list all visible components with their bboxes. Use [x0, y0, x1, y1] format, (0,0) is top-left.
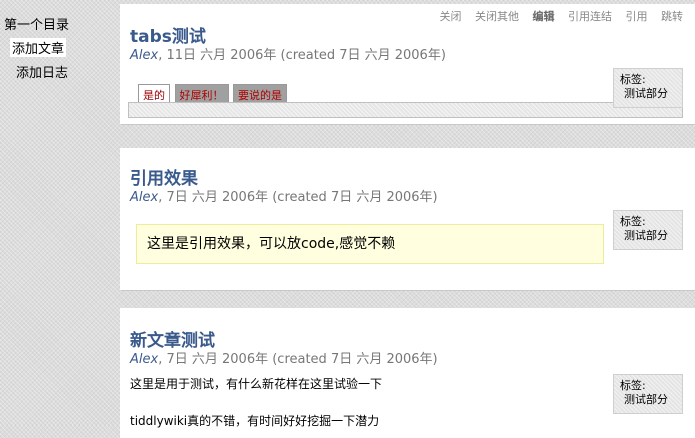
tag-link[interactable]: 测试部分 — [624, 229, 682, 243]
tiddler-date: , 7日 六月 2006年 (created 7日 六月 2006年) — [158, 190, 438, 205]
close-others-button[interactable]: 关闭其他 — [475, 10, 519, 23]
tag-link[interactable]: 测试部分 — [624, 87, 682, 101]
tag-box: 标签: 测试部分 — [613, 68, 683, 108]
body-text-line: 这里是用于测试，有什么新花样在这里试验一下 — [130, 377, 383, 391]
tag-label: 标签: — [620, 379, 646, 392]
author-link[interactable]: Alex — [130, 352, 158, 367]
tiddler-new-article-test: 新文章测试 Alex, 7日 六月 2006年 (created 7日 六月 2… — [120, 308, 695, 438]
close-button[interactable]: 关闭 — [440, 10, 462, 23]
tag-label: 标签: — [620, 73, 646, 86]
reference-link-button[interactable]: 引用连结 — [568, 10, 612, 23]
tag-label: 标签: — [620, 215, 646, 228]
body-text-line: tiddlywiki真的不错，有时间好好挖掘一下潜力 — [130, 414, 380, 428]
tag-box: 标签: 测试部分 — [613, 374, 683, 414]
tiddler-subtitle: Alex, 11日 六月 2006年 (created 7日 六月 2006年) — [130, 44, 446, 63]
reference-button[interactable]: 引用 — [626, 10, 648, 23]
tiddler-date: , 7日 六月 2006年 (created 7日 六月 2006年) — [158, 352, 438, 367]
tab-content — [128, 102, 683, 118]
tiddler-quote-effect: 引用效果 Alex, 7日 六月 2006年 (created 7日 六月 20… — [120, 148, 695, 290]
tag-link[interactable]: 测试部分 — [624, 393, 682, 407]
sidebar: 第一个目录 添加文章 添加日志 — [0, 0, 112, 425]
author-link[interactable]: Alex — [130, 190, 158, 205]
tag-box: 标签: 测试部分 — [613, 210, 683, 250]
sidebar-item-add-article[interactable]: 添加文章 — [10, 38, 67, 57]
jump-button[interactable]: 跳转 — [661, 10, 683, 23]
tiddler-toolbar: 关闭 关闭其他 编辑 引用连结 引用 跳转 — [430, 8, 684, 24]
sidebar-item-first-directory[interactable]: 第一个目录 — [4, 14, 69, 33]
author-link[interactable]: Alex — [130, 48, 158, 63]
blockquote: 这里是引用效果，可以放code,感觉不赖 — [136, 224, 604, 264]
tiddler-subtitle: Alex, 7日 六月 2006年 (created 7日 六月 2006年) — [130, 348, 438, 367]
tiddler-subtitle: Alex, 7日 六月 2006年 (created 7日 六月 2006年) — [130, 186, 438, 205]
tiddler-tabs-test: 关闭 关闭其他 编辑 引用连结 引用 跳转 tabs测试 Alex, 11日 六… — [120, 4, 695, 124]
tiddler-date: , 11日 六月 2006年 (created 7日 六月 2006年) — [158, 48, 446, 63]
edit-button[interactable]: 编辑 — [533, 10, 555, 23]
sidebar-item-add-log[interactable]: 添加日志 — [16, 62, 68, 81]
